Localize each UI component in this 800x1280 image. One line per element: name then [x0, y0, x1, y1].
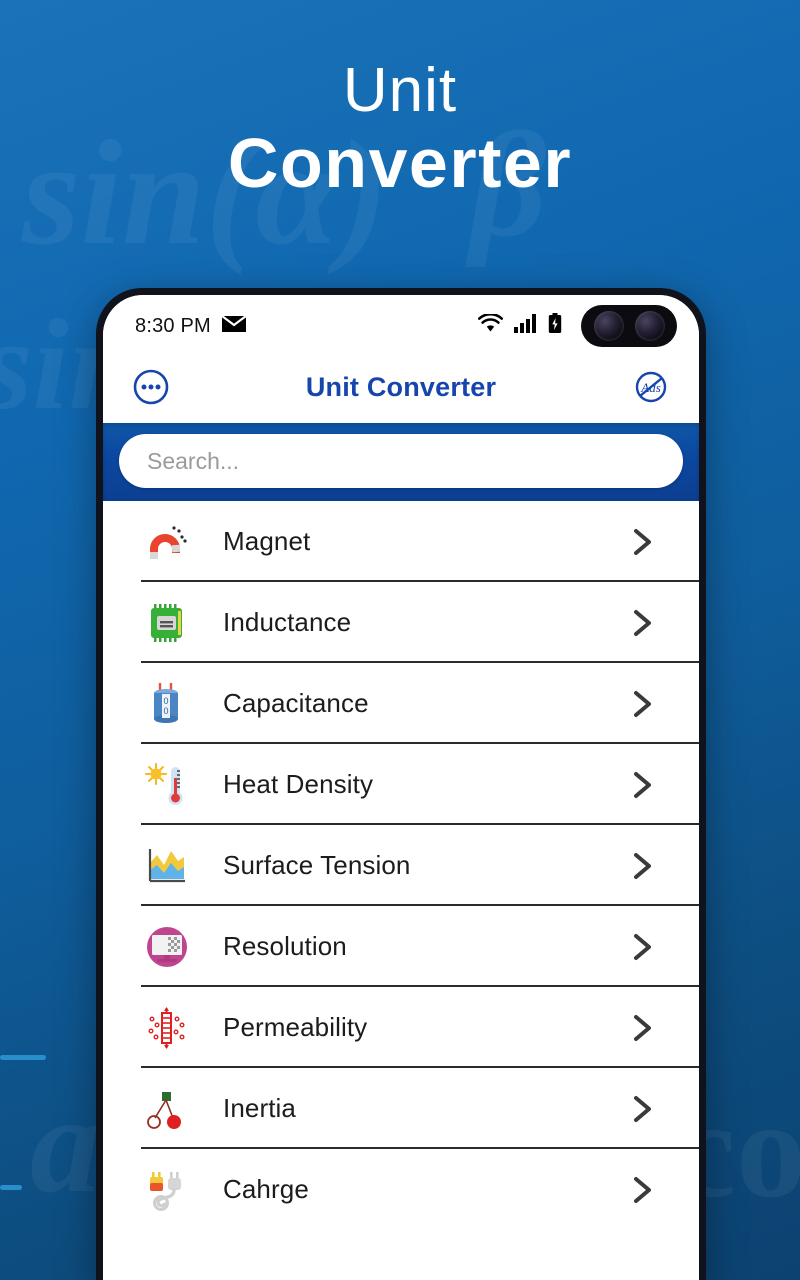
list-item-label: Heat Density — [223, 769, 374, 799]
list-item-label: Capacitance — [223, 688, 369, 718]
chevron-right-icon[interactable] — [625, 768, 659, 802]
chevron-right-icon[interactable] — [625, 1011, 659, 1045]
list-item[interactable]: Resolution — [103, 906, 699, 987]
battery-charging-icon — [548, 313, 562, 339]
svg-text:0: 0 — [163, 696, 168, 706]
list-item-label: Inductance — [223, 607, 352, 637]
chevron-right-icon[interactable] — [625, 849, 659, 883]
thermometer-sun-icon — [141, 759, 193, 811]
app-promo-screenshot: sin(α) sin a co β Unit Converter 8:30 PM — [0, 0, 800, 1280]
magnet-icon — [141, 516, 193, 568]
hero-title-line2: Converter — [227, 123, 573, 202]
wifi-icon — [478, 312, 503, 338]
hero-title-line1: Unit — [342, 56, 458, 125]
list-item-label: Resolution — [223, 931, 347, 961]
search-bar[interactable] — [119, 434, 683, 488]
list-item[interactable]: Heat Density — [103, 744, 699, 825]
list-item-label: Permeability — [223, 1012, 368, 1042]
hero-title: Unit Converter — [0, 58, 800, 202]
status-time: 8:30 PM — [135, 314, 211, 337]
search-input[interactable] — [145, 446, 657, 476]
list-item[interactable]: Surface Tension — [103, 825, 699, 906]
search-band — [103, 423, 699, 501]
app-bar-title: Unit Converter — [305, 371, 497, 402]
list-item[interactable]: Inductance — [103, 582, 699, 663]
list-item[interactable]: Inertia — [103, 1068, 699, 1149]
chip-icon — [141, 597, 193, 649]
camera-cutout — [581, 305, 677, 347]
status-bar: 8:30 PM — [103, 295, 699, 351]
app-bar: Unit Converter Ads — [103, 351, 699, 423]
converter-list: Magnet Inductance 0 0 Capacitance Heat D… — [103, 501, 699, 1230]
list-item-label: Cahrge — [223, 1174, 309, 1204]
chevron-right-icon[interactable] — [625, 1173, 659, 1207]
no-ads-icon[interactable]: Ads — [629, 365, 673, 409]
list-item[interactable]: 0 0 Capacitance — [103, 663, 699, 744]
chevron-right-icon[interactable] — [625, 930, 659, 964]
list-item-label: Magnet — [223, 526, 311, 556]
accent-line-upper — [0, 1055, 46, 1060]
list-item-label: Inertia — [223, 1093, 296, 1123]
svg-text:0: 0 — [163, 706, 168, 716]
camera-lens-left — [593, 311, 624, 341]
list-item[interactable]: Magnet — [103, 501, 699, 582]
watermark-alpha: a — [30, 1067, 100, 1222]
permeability-tube-icon — [141, 1002, 193, 1054]
list-item[interactable]: Permeability — [103, 987, 699, 1068]
status-bar-right — [478, 305, 677, 347]
more-options-circle-icon[interactable] — [129, 365, 173, 409]
capacitor-icon: 0 0 — [141, 678, 193, 730]
area-chart-icon — [141, 840, 193, 892]
envelope-icon — [221, 314, 247, 338]
list-item[interactable]: Cahrge — [103, 1149, 699, 1230]
chevron-right-icon[interactable] — [625, 1092, 659, 1126]
phone-mockup: 8:30 PM Unit Converter Ads Search... Mag… — [96, 288, 706, 1280]
monitor-pixels-icon — [141, 921, 193, 973]
list-item-label: Surface Tension — [223, 850, 411, 880]
camera-lens-right — [634, 311, 665, 341]
phone-screen: 8:30 PM Unit Converter Ads Search... Mag… — [103, 295, 699, 1280]
pendulum-icon — [141, 1083, 193, 1135]
signal-icon — [514, 314, 537, 338]
power-plug-icon — [141, 1164, 193, 1216]
chevron-right-icon[interactable] — [625, 687, 659, 721]
chevron-right-icon[interactable] — [625, 525, 659, 559]
chevron-right-icon[interactable] — [625, 606, 659, 640]
accent-line-lower — [0, 1185, 22, 1190]
status-bar-left: 8:30 PM — [135, 315, 247, 338]
svg-text:Ads: Ads — [640, 380, 661, 395]
